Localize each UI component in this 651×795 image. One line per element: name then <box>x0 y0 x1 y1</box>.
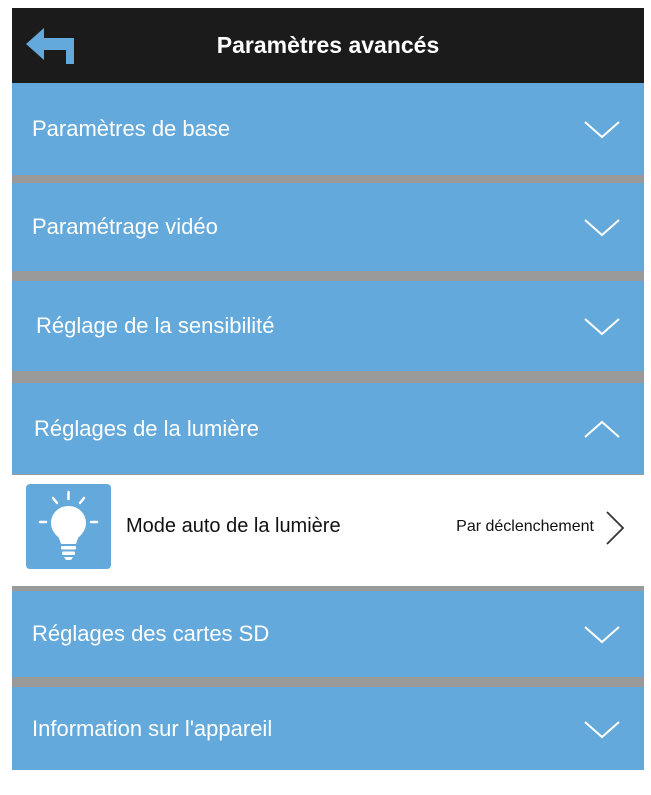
section-video-settings[interactable]: Paramétrage vidéo <box>12 183 644 271</box>
light-mode-label: Mode auto de la lumière <box>126 515 341 537</box>
section-sensitivity[interactable]: Réglage de la sensibilité <box>12 281 644 371</box>
chevron-right-icon <box>606 511 625 545</box>
lightbulb-tile <box>26 484 111 569</box>
lightbulb-icon <box>38 490 99 560</box>
light-mode-value: Par déclenchement <box>456 517 594 535</box>
section-label: Paramètres de base <box>32 116 231 141</box>
section-label: Information sur l'appareil <box>32 716 273 741</box>
top-bar: Paramètres avancés <box>12 8 644 83</box>
section-device-info[interactable]: Information sur l'appareil <box>12 687 644 770</box>
section-label: Réglages des cartes SD <box>32 621 270 646</box>
section-label: Réglages de la lumière <box>34 415 260 441</box>
chevron-down-icon <box>584 219 620 237</box>
section-basic-settings[interactable]: Paramètres de base <box>12 83 644 175</box>
section-label: Paramétrage vidéo <box>32 214 218 239</box>
chevron-down-icon <box>584 121 620 139</box>
chevron-down-icon <box>584 626 620 644</box>
chevron-down-icon <box>584 721 620 739</box>
section-light-settings[interactable]: Réglages de la lumière <box>12 383 644 474</box>
back-arrow-icon <box>26 28 74 64</box>
light-auto-mode-row[interactable]: Mode auto de la lumière Par déclenchemen… <box>12 475 644 586</box>
page-title: Paramètres avancés <box>216 32 440 58</box>
chevron-up-icon <box>584 420 620 438</box>
section-sd-card[interactable]: Réglages des cartes SD <box>12 591 644 677</box>
chevron-down-icon <box>584 318 620 336</box>
section-label: Réglage de la sensibilité <box>36 313 275 338</box>
back-button[interactable] <box>26 26 82 66</box>
advanced-settings-screen: Paramètres avancés Paramètres de base Pa… <box>12 8 644 770</box>
